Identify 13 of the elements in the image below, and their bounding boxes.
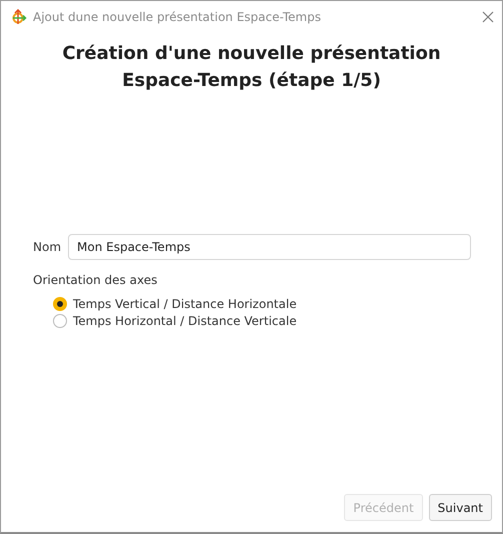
radio-label[interactable]: Temps Vertical / Distance Horizontale [73,297,297,311]
window-title: Ajout dune nouvelle présentation Espace-Temps [33,10,322,24]
field-label: Nom [33,240,62,254]
axes-icon [11,9,27,25]
dialog-heading: Création d'une nouvelle présentation [62,43,441,64]
dialog-heading: Espace-Temps (étape 1/5) [122,70,381,91]
name-field[interactable]: Mon Espace-Temps [68,234,471,260]
next-button[interactable]: Suivant [428,494,492,521]
section-label: Orientation des axes [33,273,158,287]
radio-button[interactable] [53,297,67,311]
radio-button[interactable] [53,314,67,328]
close-icon[interactable] [482,11,494,23]
radio-label[interactable]: Temps Horizontal / Distance Verticale [73,314,297,328]
